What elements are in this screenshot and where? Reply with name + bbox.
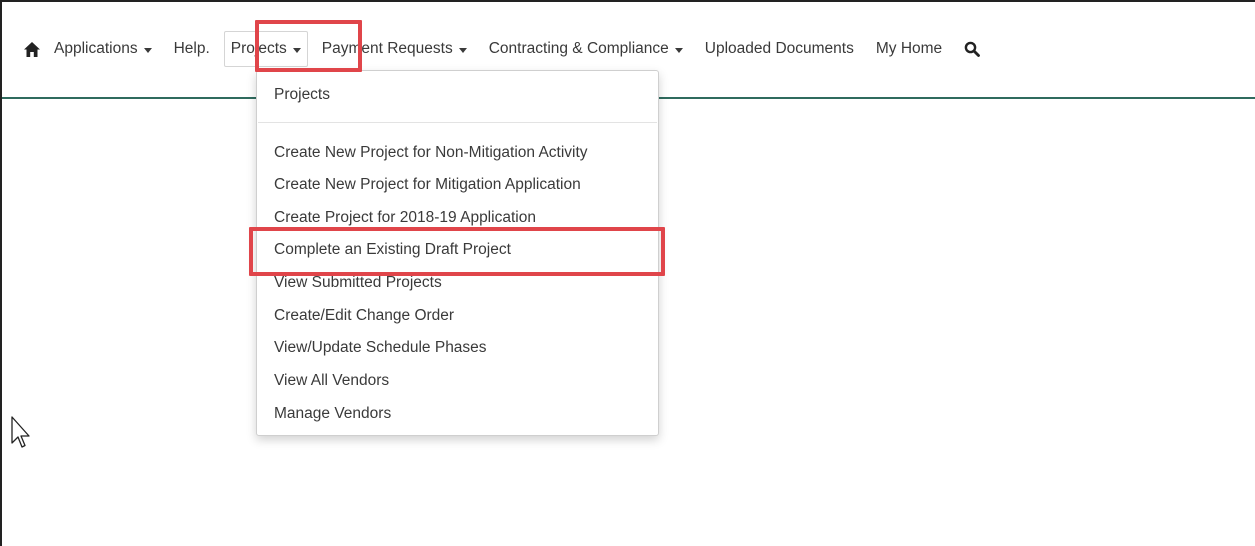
nav-help[interactable]: Help.	[174, 40, 210, 58]
nav-my-home-label: My Home	[875, 40, 943, 57]
home-icon[interactable]	[24, 41, 40, 57]
nav-uploaded-documents[interactable]: Uploaded Documents	[705, 40, 854, 58]
nav-contracting-compliance[interactable]: Contracting & Compliance	[489, 40, 683, 58]
mouse-pointer-icon	[10, 415, 30, 451]
chevron-down-icon	[458, 47, 467, 53]
nav-uploaded-documents-label: Uploaded Documents	[704, 40, 854, 57]
menu-item-projects[interactable]: Projects	[274, 86, 330, 104]
chevron-down-icon	[292, 47, 301, 53]
nav-payment-requests-label: Payment Requests	[321, 40, 453, 57]
chevron-down-icon	[143, 47, 152, 53]
menu-item-create-mitigation[interactable]: Create New Project for Mitigation Applic…	[274, 176, 581, 194]
nav-projects-wrap: Projects	[223, 31, 308, 67]
nav-applications-label: Applications	[54, 40, 138, 57]
menu-divider	[258, 122, 657, 123]
nav-applications[interactable]: Applications	[54, 40, 152, 58]
projects-dropdown-menu: Projects Create New Project for Non-Miti…	[256, 70, 659, 436]
menu-item-view-vendors[interactable]: View All Vendors	[274, 372, 389, 390]
nav-projects-label: Projects	[230, 40, 287, 57]
menu-item-create-2018-19[interactable]: Create Project for 2018-19 Application	[274, 209, 536, 227]
nav-contracting-label: Contracting & Compliance	[488, 40, 669, 57]
nav-payment-requests[interactable]: Payment Requests	[322, 40, 467, 58]
nav-projects-button[interactable]: Projects	[223, 31, 308, 67]
menu-item-change-order[interactable]: Create/Edit Change Order	[274, 307, 454, 325]
menu-item-schedule-phases[interactable]: View/Update Schedule Phases	[274, 339, 487, 357]
nav-items: Applications Help. Projects Payment Requ…	[24, 31, 1002, 67]
menu-item-view-submitted[interactable]: View Submitted Projects	[274, 274, 442, 292]
chevron-down-icon	[674, 47, 683, 53]
nav-help-label: Help.	[173, 40, 210, 57]
search-icon[interactable]	[964, 41, 981, 57]
menu-item-manage-vendors[interactable]: Manage Vendors	[274, 405, 391, 423]
nav-my-home[interactable]: My Home	[876, 40, 942, 58]
menu-item-create-non-mitigation[interactable]: Create New Project for Non-Mitigation Ac…	[274, 144, 588, 162]
menu-item-complete-draft[interactable]: Complete an Existing Draft Project	[274, 241, 511, 259]
